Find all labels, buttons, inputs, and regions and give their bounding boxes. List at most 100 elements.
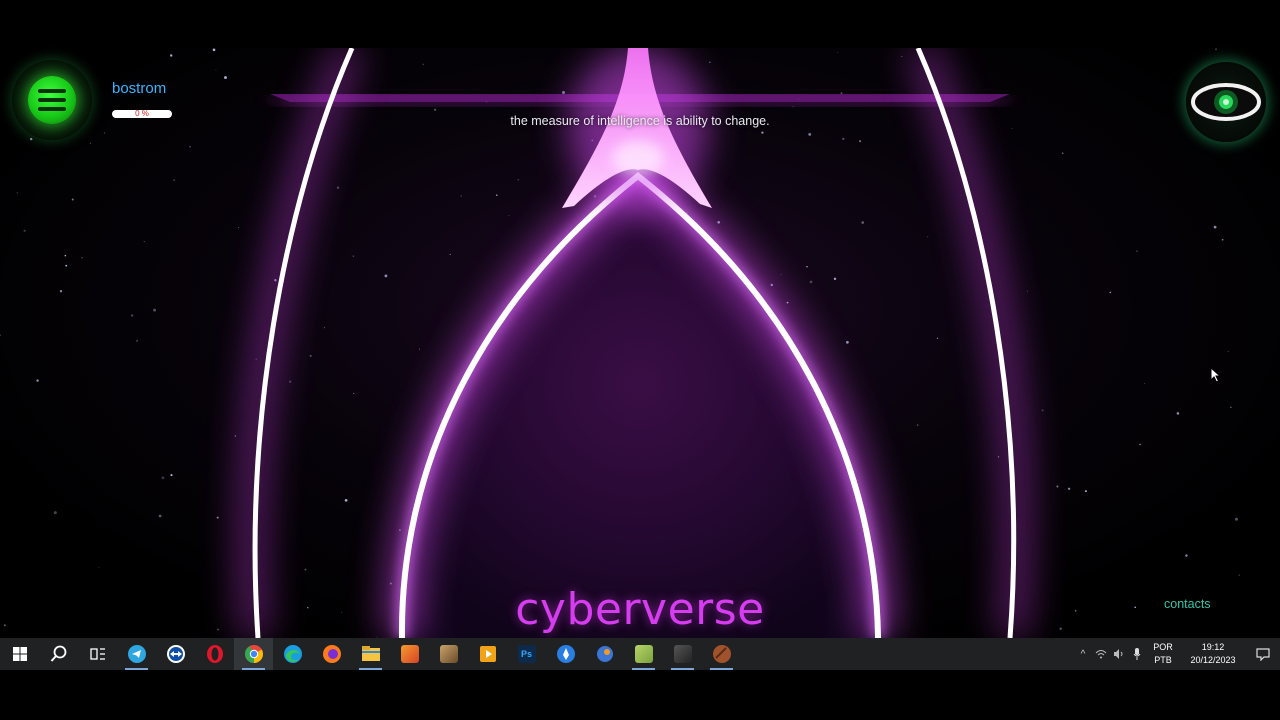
taskbar-app-photoshop[interactable]: Ps	[507, 638, 546, 670]
star	[927, 236, 929, 238]
star	[859, 140, 862, 143]
hero-scene	[0, 48, 1280, 638]
star	[837, 52, 839, 54]
star	[1067, 487, 1071, 490]
star	[212, 48, 216, 52]
search-button[interactable]	[39, 638, 78, 670]
star	[460, 195, 462, 197]
star	[0, 334, 2, 337]
language-indicator[interactable]: POR PTB	[1146, 641, 1180, 667]
star	[173, 179, 176, 182]
firefox-icon	[322, 645, 341, 663]
star	[846, 340, 849, 344]
menu-button[interactable]	[12, 60, 92, 140]
star	[1215, 48, 1217, 50]
star	[215, 69, 217, 71]
star	[336, 186, 340, 189]
star	[1230, 406, 1232, 409]
telegram-icon	[127, 645, 146, 663]
star	[384, 274, 388, 278]
search-icon	[50, 645, 66, 662]
star	[304, 568, 307, 571]
eye-button[interactable]	[1186, 62, 1266, 142]
taskbar-app-firefox[interactable]	[312, 638, 351, 670]
account-name[interactable]: bostrom	[112, 80, 166, 97]
star	[1176, 412, 1180, 415]
star	[189, 146, 191, 148]
taskbar-app-opera[interactable]	[195, 638, 234, 670]
star	[161, 476, 165, 480]
star	[842, 137, 845, 141]
taskbar-app-chrome[interactable]	[234, 638, 273, 670]
star	[936, 337, 939, 339]
star	[1041, 409, 1044, 412]
star	[1056, 485, 1059, 488]
clock[interactable]: 19:12 20/12/2023	[1180, 641, 1246, 667]
taskbar-app-7[interactable]	[390, 638, 429, 670]
keyboard-layout: PTB	[1154, 655, 1172, 665]
star	[433, 108, 437, 111]
star	[289, 380, 292, 383]
teamviewer-icon	[166, 645, 185, 663]
star	[806, 265, 808, 268]
clock-date: 20/12/2023	[1190, 655, 1236, 665]
star	[153, 308, 157, 312]
star	[808, 133, 812, 136]
task-view-icon	[89, 648, 105, 660]
star	[840, 92, 843, 95]
star	[1084, 490, 1087, 493]
star	[1238, 574, 1240, 576]
taskbar-app-13[interactable]	[585, 638, 624, 670]
star	[508, 215, 510, 216]
star	[158, 514, 162, 518]
microphone-icon[interactable]	[1128, 638, 1146, 670]
start-button[interactable]	[0, 638, 39, 670]
taskbar-app-teamviewer[interactable]	[156, 638, 195, 670]
star	[1227, 351, 1229, 352]
app-icon	[400, 645, 419, 663]
star	[496, 194, 498, 197]
star	[786, 301, 789, 304]
contacts-link[interactable]: contacts	[1164, 597, 1211, 611]
app-icon	[439, 645, 458, 663]
star	[30, 137, 33, 141]
star	[1139, 443, 1141, 446]
star	[353, 392, 355, 394]
taskbar-app-telegram[interactable]	[117, 638, 156, 670]
mouse-cursor-icon	[1210, 367, 1222, 383]
star	[1185, 554, 1188, 557]
notification-center-button[interactable]	[1246, 638, 1280, 670]
chrome-icon	[244, 645, 263, 663]
star	[170, 474, 173, 477]
taskbar-app-16[interactable]	[702, 638, 741, 670]
portal-graphic	[0, 48, 1240, 638]
language-code: POR	[1153, 642, 1173, 652]
chevron-up-icon[interactable]: ^	[1074, 638, 1092, 670]
star	[169, 54, 173, 57]
star	[36, 379, 39, 382]
wifi-icon[interactable]	[1092, 638, 1110, 670]
star	[792, 106, 794, 108]
star	[1235, 517, 1238, 521]
taskbar-app-8[interactable]	[429, 638, 468, 670]
task-view-button[interactable]	[78, 638, 117, 670]
volume-icon[interactable]	[1110, 638, 1128, 670]
star	[917, 424, 919, 426]
star	[53, 511, 57, 515]
star	[64, 254, 67, 257]
taskbar-app-14[interactable]	[624, 638, 663, 670]
star	[1026, 290, 1028, 292]
clock-time: 19:12	[1201, 642, 1225, 652]
taskbar-app-15[interactable]	[663, 638, 702, 670]
star	[1109, 291, 1112, 294]
taskbar-app-file-explorer[interactable]	[351, 638, 390, 670]
taskbar-app-edge[interactable]	[273, 638, 312, 670]
star	[517, 178, 520, 181]
brand-title: cyberverse	[515, 584, 765, 635]
taskbar-app-12[interactable]	[546, 638, 585, 670]
star	[861, 221, 864, 224]
star	[1144, 382, 1145, 384]
taskbar-app-media[interactable]	[468, 638, 507, 670]
star	[833, 277, 837, 281]
star	[901, 56, 903, 58]
